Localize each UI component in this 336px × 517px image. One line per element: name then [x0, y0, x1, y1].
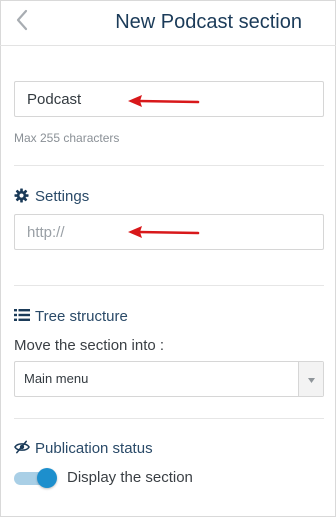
- settings-heading: Settings: [14, 186, 89, 206]
- publication-status-heading: Publication status: [14, 438, 153, 458]
- eye-slash-icon: [14, 440, 30, 456]
- divider: [14, 285, 324, 286]
- dropdown-toggle[interactable]: [298, 362, 323, 396]
- tree-structure-heading: Tree structure: [14, 306, 128, 326]
- annotation-arrow: [128, 226, 200, 238]
- divider: [14, 165, 324, 166]
- publication-status-heading-label: Publication status: [35, 439, 153, 457]
- display-section-label: Display the section: [67, 469, 193, 486]
- list-icon: [14, 308, 30, 324]
- tree-structure-heading-label: Tree structure: [35, 307, 128, 325]
- display-section-toggle[interactable]: [14, 468, 58, 488]
- character-limit-hint: Max 255 characters: [14, 131, 120, 145]
- parent-section-value: Main menu: [24, 371, 89, 386]
- toggle-knob: [37, 468, 57, 488]
- annotation-arrow: [128, 95, 200, 107]
- back-button[interactable]: [10, 6, 34, 38]
- parent-section-select[interactable]: Main menu: [14, 361, 324, 397]
- page-title: New Podcast section: [115, 11, 302, 33]
- divider: [14, 418, 324, 419]
- chevron-left-icon: [15, 9, 29, 36]
- settings-heading-label: Settings: [35, 187, 90, 205]
- move-section-label: Move the section into :: [14, 337, 165, 354]
- gear-icon: [14, 188, 30, 204]
- caret-down-icon: [307, 370, 315, 388]
- header: New Podcast section: [0, 0, 336, 46]
